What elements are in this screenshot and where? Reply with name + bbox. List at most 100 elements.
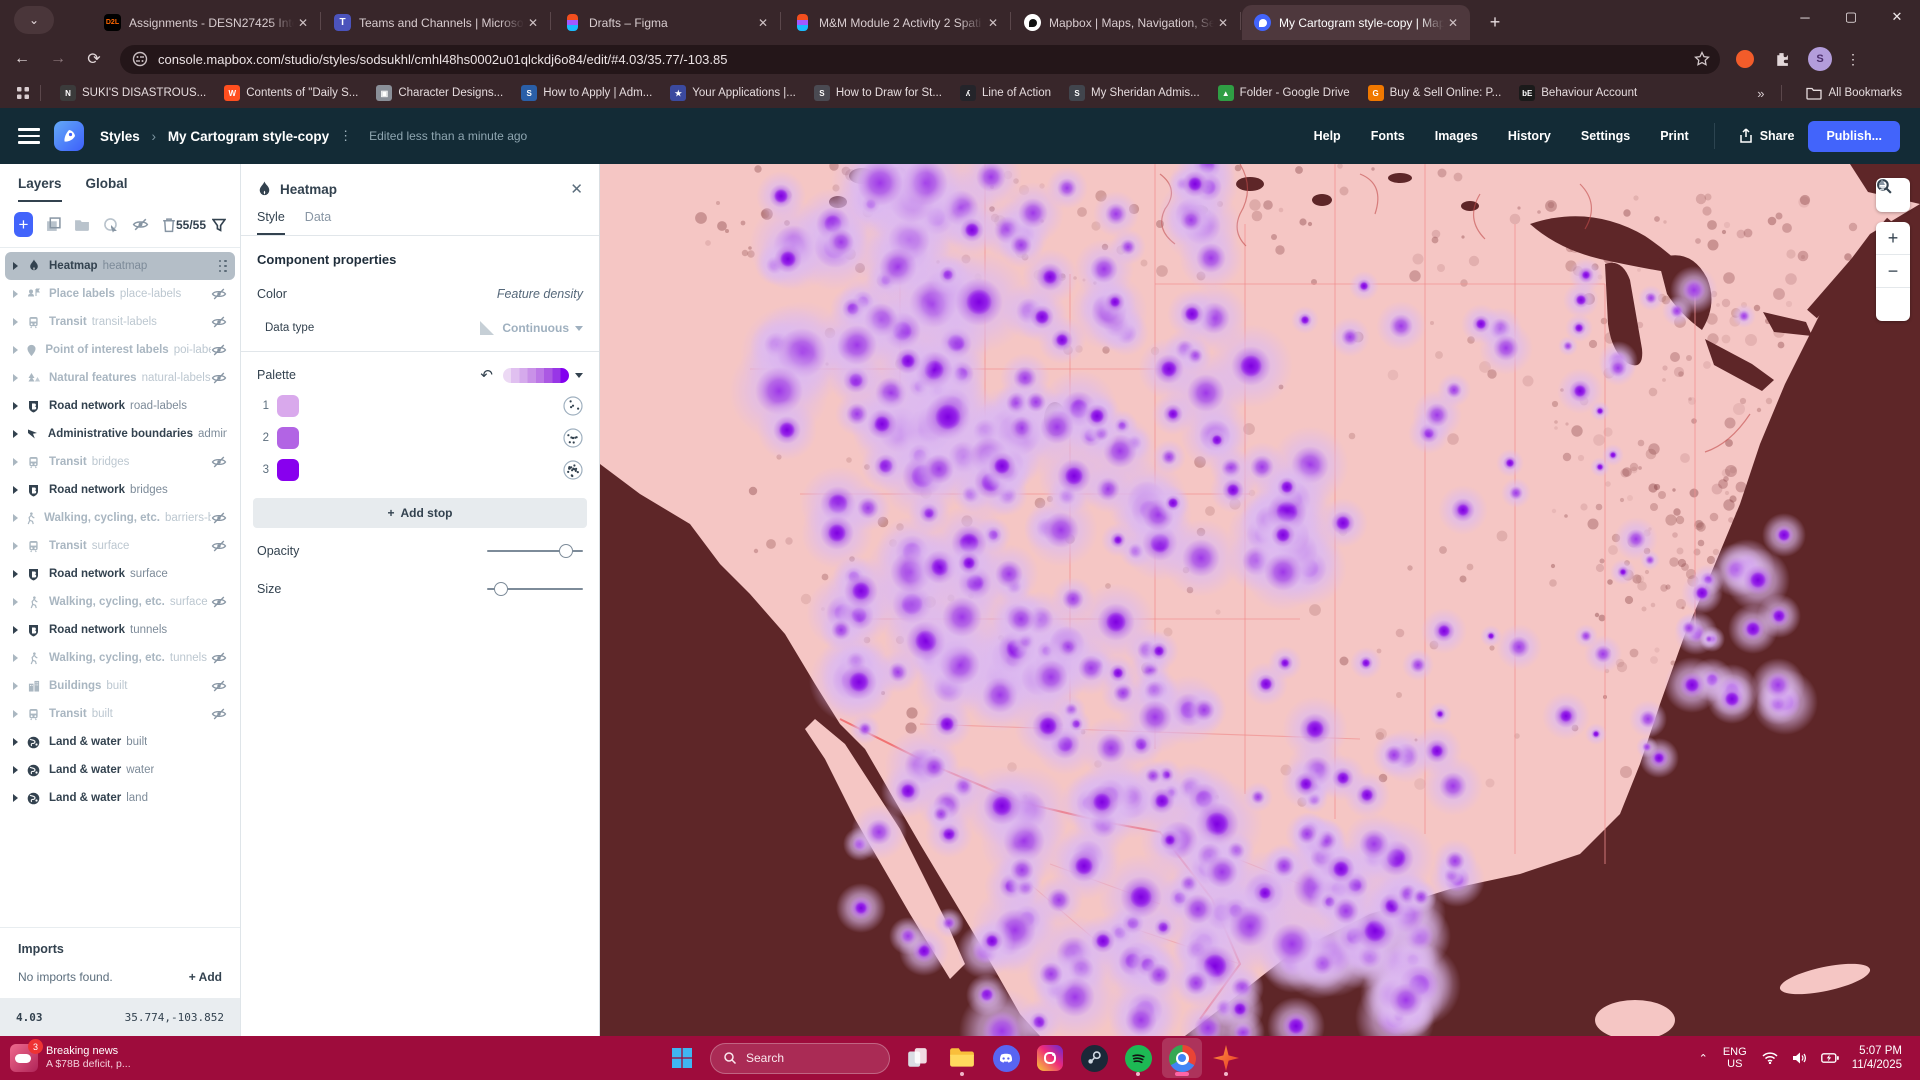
bookmark-item[interactable]: GBuy & Sell Online: P... <box>1368 85 1502 101</box>
apps-grid-icon[interactable] <box>16 86 30 100</box>
layer-hidden-eye-icon[interactable] <box>211 707 227 721</box>
density-icon[interactable] <box>563 460 583 480</box>
steam-taskbar-icon[interactable] <box>1074 1038 1114 1078</box>
bookmark-star-icon[interactable] <box>1694 51 1710 67</box>
bookmark-item[interactable]: ʎLine of Action <box>960 85 1051 101</box>
close-panel-icon[interactable]: ✕ <box>570 180 583 198</box>
layer-hidden-eye-icon[interactable] <box>211 539 227 553</box>
window-close-button[interactable]: ✕ <box>1874 0 1920 34</box>
expand-caret-icon[interactable] <box>13 430 18 438</box>
discord-taskbar-icon[interactable] <box>986 1038 1026 1078</box>
all-bookmarks-button[interactable]: All Bookmarks <box>1806 86 1903 100</box>
layer-hidden-eye-icon[interactable] <box>211 679 227 693</box>
breadcrumb-styles-link[interactable]: Styles <box>100 129 140 144</box>
layer-row-surface[interactable]: Transitsurface <box>5 532 235 560</box>
tab-global[interactable]: Global <box>86 176 128 202</box>
volume-icon[interactable] <box>1792 1052 1807 1064</box>
layer-hidden-eye-icon[interactable] <box>211 371 227 385</box>
map-canvas[interactable]: + − <box>600 164 1920 1036</box>
layer-row-surface[interactable]: Road networksurface <box>5 560 235 588</box>
wifi-icon[interactable] <box>1762 1052 1778 1064</box>
layer-hidden-eye-icon[interactable] <box>211 287 227 301</box>
layer-hidden-eye-icon[interactable] <box>211 315 227 329</box>
tray-chevron-icon[interactable]: ⌃ <box>1699 1052 1708 1065</box>
stop-color-swatch[interactable] <box>277 459 299 481</box>
layer-row-built[interactable]: Land & waterbuilt <box>5 728 235 756</box>
browser-tab[interactable]: D2LAssignments - DESN27425 Inte✕ <box>92 5 320 40</box>
add-layer-button[interactable]: + <box>14 212 33 237</box>
size-slider[interactable] <box>487 582 583 596</box>
layer-hidden-eye-icon[interactable] <box>211 343 227 357</box>
extension-icon[interactable] <box>1734 48 1756 70</box>
layer-row-barriers-bridg[interactable]: Walking, cycling, etc.barriers-bridg <box>5 504 235 532</box>
expand-caret-icon[interactable] <box>13 794 18 802</box>
undo-palette-icon[interactable]: ↶ <box>480 366 493 384</box>
tab-close-icon[interactable]: ✕ <box>524 14 542 32</box>
header-nav-fonts[interactable]: Fonts <box>1371 129 1405 143</box>
hamburger-menu-icon[interactable] <box>18 124 40 148</box>
layer-row-heatmap[interactable]: Heatmapheatmap <box>5 252 235 280</box>
header-nav-help[interactable]: Help <box>1314 129 1341 143</box>
share-button[interactable]: Share <box>1739 128 1795 144</box>
window-maximize-button[interactable]: ▢ <box>1828 0 1874 34</box>
opacity-slider[interactable] <box>487 544 583 558</box>
header-nav-history[interactable]: History <box>1508 129 1551 143</box>
layer-row-admin[interactable]: Administrative boundariesadmin <box>5 420 235 448</box>
expand-caret-icon[interactable] <box>13 290 18 298</box>
taskbar-search-box[interactable]: Search <box>710 1043 890 1074</box>
tab-close-icon[interactable]: ✕ <box>754 14 772 32</box>
clock[interactable]: 5:07 PM 11/4/2025 <box>1852 1044 1902 1072</box>
group-layers-folder-icon[interactable] <box>74 218 90 232</box>
stop-color-swatch[interactable] <box>277 427 299 449</box>
imports-add-button[interactable]: + Add <box>189 970 222 984</box>
expand-caret-icon[interactable] <box>13 374 18 382</box>
drag-handle-icon[interactable] <box>219 260 228 273</box>
publish-button[interactable]: Publish... <box>1808 121 1900 152</box>
tab-style[interactable]: Style <box>257 210 285 235</box>
spotify-taskbar-icon[interactable] <box>1118 1038 1158 1078</box>
density-icon[interactable] <box>563 396 583 416</box>
density-icon[interactable] <box>563 428 583 448</box>
bookmarks-overflow-chevron[interactable]: » <box>1757 86 1764 101</box>
bookmark-item[interactable]: SMy Sheridan Admis... <box>1069 85 1200 101</box>
layer-row-natural-labels[interactable]: Natural featuresnatural-labels <box>5 364 235 392</box>
browser-tab[interactable]: My Cartogram style-copy | Map✕ <box>1242 5 1470 40</box>
header-nav-print[interactable]: Print <box>1660 129 1688 143</box>
reload-button[interactable]: ⟳ <box>80 45 108 73</box>
layer-row-poi-labels[interactable]: Point of interest labelspoi-labels <box>5 336 235 364</box>
tab-close-icon[interactable]: ✕ <box>294 14 312 32</box>
layer-row-built[interactable]: Buildingsbuilt <box>5 672 235 700</box>
mapbox-logo[interactable] <box>54 121 84 151</box>
layer-row-surface[interactable]: Walking, cycling, etc.surface <box>5 588 235 616</box>
expand-caret-icon[interactable] <box>13 346 18 354</box>
expand-caret-icon[interactable] <box>13 486 18 494</box>
browser-tab[interactable]: Drafts – Figma✕ <box>552 5 780 40</box>
tab-search-button[interactable]: ⌄ <box>14 6 54 34</box>
layer-hidden-eye-icon[interactable] <box>211 511 227 525</box>
tab-layers[interactable]: Layers <box>18 176 62 202</box>
zoom-in-button[interactable]: + <box>1876 222 1910 255</box>
expand-caret-icon[interactable] <box>13 598 18 606</box>
layer-row-place-labels[interactable]: Place labelsplace-labels <box>5 280 235 308</box>
url-bar[interactable]: console.mapbox.com/studio/styles/sodsukh… <box>120 45 1720 74</box>
palette-chevron-icon[interactable] <box>575 373 583 378</box>
color-value[interactable]: Feature density <box>497 287 583 301</box>
bookmark-item[interactable]: WContents of "Daily S... <box>224 85 358 101</box>
start-button[interactable] <box>662 1038 702 1078</box>
expand-caret-icon[interactable] <box>13 654 18 662</box>
tab-close-icon[interactable]: ✕ <box>1214 14 1232 32</box>
tab-data[interactable]: Data <box>305 210 331 235</box>
layer-row-land[interactable]: Land & waterland <box>5 784 235 812</box>
layer-hidden-eye-icon[interactable] <box>211 455 227 469</box>
layer-hidden-eye-icon[interactable] <box>211 651 227 665</box>
task-view-taskbar-icon[interactable] <box>898 1038 938 1078</box>
instagram-taskbar-icon[interactable] <box>1030 1038 1070 1078</box>
filter-funnel-icon[interactable] <box>212 218 226 232</box>
layer-row-bridges[interactable]: Transitbridges <box>5 448 235 476</box>
layer-row-built[interactable]: Transitbuilt <box>5 700 235 728</box>
header-nav-settings[interactable]: Settings <box>1581 129 1630 143</box>
news-widget[interactable]: 3 Breaking news A $78B deficit, p... <box>10 1044 250 1072</box>
language-indicator[interactable]: ENG US <box>1723 1046 1747 1070</box>
expand-caret-icon[interactable] <box>13 570 18 578</box>
browser-tab[interactable]: TTeams and Channels | Microsof✕ <box>322 5 550 40</box>
